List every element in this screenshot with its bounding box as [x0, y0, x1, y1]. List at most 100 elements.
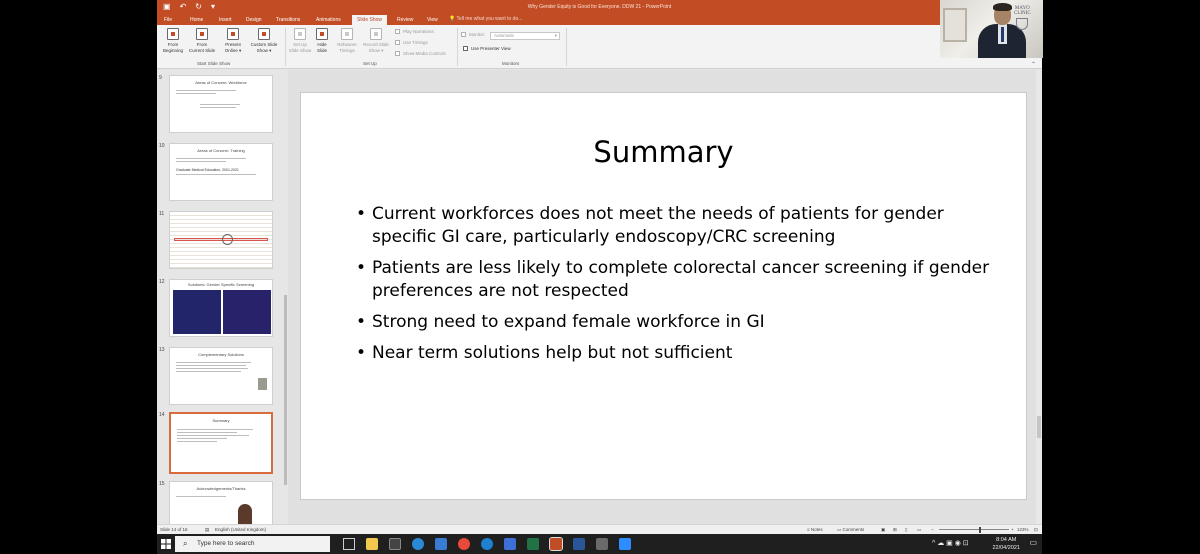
thumb-text-line: [176, 368, 248, 369]
slide-number: 11: [159, 211, 165, 217]
tab-transitions[interactable]: Transitions: [271, 15, 305, 25]
thumb-title: Solutions: Gender Specific Screening: [187, 282, 255, 287]
slide-thumbnail-13[interactable]: Complementary Solutions: [169, 347, 273, 405]
mayo-clinic-logo: MAYO CLINIC: [1014, 6, 1031, 30]
thumb-text-line: [176, 161, 226, 162]
outlook-icon[interactable]: [504, 538, 516, 550]
label: Monitor:: [469, 32, 486, 37]
slide-bullet-list[interactable]: Current workforces does not meet the nee…: [356, 203, 996, 373]
label: Current Slide: [188, 47, 216, 53]
collapse-ribbon-icon[interactable]: ⌃: [1031, 61, 1036, 68]
slide-thumbnail-12[interactable]: Solutions: Gender Specific Screening: [169, 279, 273, 337]
taskbar-search-box[interactable]: ⌕ Type here to search: [175, 536, 330, 552]
tab-file[interactable]: File: [159, 15, 177, 25]
use-presenter-view-checkbox[interactable]: Use Presenter View: [463, 46, 511, 51]
slide-number: 9: [159, 75, 162, 81]
zoom-slider-thumb[interactable]: [979, 527, 981, 533]
slide-thumbnail-9[interactable]: Areas of Concern: Workforce: [169, 75, 273, 133]
slide-editor: Summary Current workforces does not meet…: [288, 70, 1042, 524]
from-beginning-button[interactable]: From Beginning: [161, 26, 185, 53]
label: Use Timings: [403, 40, 428, 45]
monitor-value: Automatic: [494, 33, 515, 38]
windows-start-icon[interactable]: [161, 539, 171, 549]
tab-animations[interactable]: Animations: [311, 15, 346, 25]
slide-thumbnail-14[interactable]: Summary: [169, 412, 273, 474]
tab-view[interactable]: View: [422, 15, 443, 25]
file-explorer-icon[interactable]: [366, 538, 378, 550]
custom-slide-show-button[interactable]: Custom Slide Show ▾: [247, 26, 281, 53]
label: Rehearse: [337, 42, 357, 47]
powerpoint-icon[interactable]: [549, 537, 563, 551]
window-title: Why Gender Equity is Good for Everyone. …: [527, 4, 672, 10]
zoom-app-icon[interactable]: [619, 538, 631, 550]
title-bar: ▣ ↶ ↻ ▾ Why Gender Equity is Good for Ev…: [157, 0, 1042, 14]
thumb-title: Complementary Solutions: [198, 352, 244, 357]
label: Show ▾: [256, 47, 272, 53]
thumb-title: Areas of Concern: Training: [197, 148, 245, 153]
windows-taskbar: ⌕ Type here to search ^ ☁ ▣ ◉ ⊡ 8:04 AM …: [157, 534, 1042, 554]
thumb-text-line: [177, 432, 237, 433]
system-tray-icons[interactable]: ^ ☁ ▣ ◉ ⊡: [932, 539, 969, 547]
show-media-controls-checkbox[interactable]: Show Media Controls: [395, 51, 446, 56]
checkbox-box: [463, 46, 468, 51]
shield-icon: [1016, 18, 1029, 30]
taskbar-clock[interactable]: 8:04 AM 22/04/2021: [992, 536, 1020, 552]
tab-design[interactable]: Design: [241, 15, 267, 25]
hide-slide-button[interactable]: Hide Slide: [313, 26, 331, 53]
record-slide-show-button[interactable]: Record Slide Show ▾: [360, 26, 392, 53]
tab-slide-show[interactable]: Slide Show: [352, 15, 388, 25]
checkbox-box: [395, 29, 400, 34]
app-icon[interactable]: [596, 538, 608, 550]
search-placeholder: Type here to search: [197, 540, 255, 547]
group-label-start-slide-show: Start Slide Show: [197, 61, 231, 66]
slide-thumbnail-11[interactable]: [169, 211, 273, 269]
scroll-thumb[interactable]: [284, 295, 287, 485]
present-online-button[interactable]: Present Online ▾: [221, 26, 245, 53]
tell-me-search[interactable]: 💡 Tell me what you want to do...: [449, 14, 522, 25]
set-up-slide-show-button[interactable]: Set Up Slide Show: [287, 26, 313, 53]
main-slide[interactable]: Summary Current workforces does not meet…: [300, 92, 1027, 500]
tab-review[interactable]: Review: [392, 15, 418, 25]
slide-title[interactable]: Summary: [301, 135, 1026, 169]
excel-icon[interactable]: [527, 538, 539, 550]
scroll-thumb[interactable]: [1037, 416, 1041, 438]
from-current-slide-button[interactable]: From Current Slide: [187, 26, 217, 53]
logo-text: CLINIC: [1014, 11, 1031, 16]
monitor-dropdown[interactable]: Automatic ▾: [490, 32, 560, 40]
use-timings-checkbox[interactable]: Use Timings: [395, 40, 428, 45]
status-bar: Slide 14 of 16 ▤ English (United Kingdom…: [157, 524, 1042, 534]
thumb-highlight-row: [174, 238, 268, 241]
slide-thumbnail-15[interactable]: Acknowledgements/Thanks: [169, 481, 273, 525]
app-icon[interactable]: [389, 538, 401, 550]
internet-explorer-icon[interactable]: [481, 538, 493, 550]
slide-number: 14: [159, 412, 165, 418]
rehearse-timings-button[interactable]: Rehearse Timings: [335, 26, 359, 53]
hide-slide-icon: [316, 28, 328, 40]
zoom-slider[interactable]: [939, 529, 1009, 530]
thumb-circle-mark: [222, 234, 233, 245]
edge-icon[interactable]: [412, 538, 424, 550]
label: Custom Slide: [250, 42, 278, 47]
ribbon-separator: [566, 28, 567, 66]
presenter-hair: [993, 3, 1012, 11]
search-icon: ⌕: [183, 539, 188, 548]
chevron-down-icon: ▾: [554, 33, 557, 38]
clock-date: 22/04/2021: [992, 545, 1020, 551]
slide-number: 10: [159, 143, 165, 149]
thumb-title: Summary: [212, 418, 230, 423]
notification-icon[interactable]: ▭: [1029, 538, 1037, 547]
tab-home[interactable]: Home: [185, 15, 208, 25]
label: Slide: [316, 47, 327, 53]
chrome-icon[interactable]: [458, 538, 470, 550]
tab-insert[interactable]: Insert: [214, 15, 237, 25]
people-app-icon[interactable]: [435, 538, 447, 550]
label: Comments: [842, 527, 865, 532]
editor-scrollbar[interactable]: [1036, 70, 1042, 524]
task-view-icon[interactable]: [343, 538, 355, 550]
label: Beginning: [162, 47, 184, 53]
slide-number: 13: [159, 347, 165, 353]
checkbox-box: [395, 40, 400, 45]
word-icon[interactable]: [573, 538, 585, 550]
play-narrations-checkbox[interactable]: Play Narrations: [395, 29, 434, 34]
slide-thumbnail-10[interactable]: Areas of Concern: Training Graduate Medi…: [169, 143, 273, 201]
